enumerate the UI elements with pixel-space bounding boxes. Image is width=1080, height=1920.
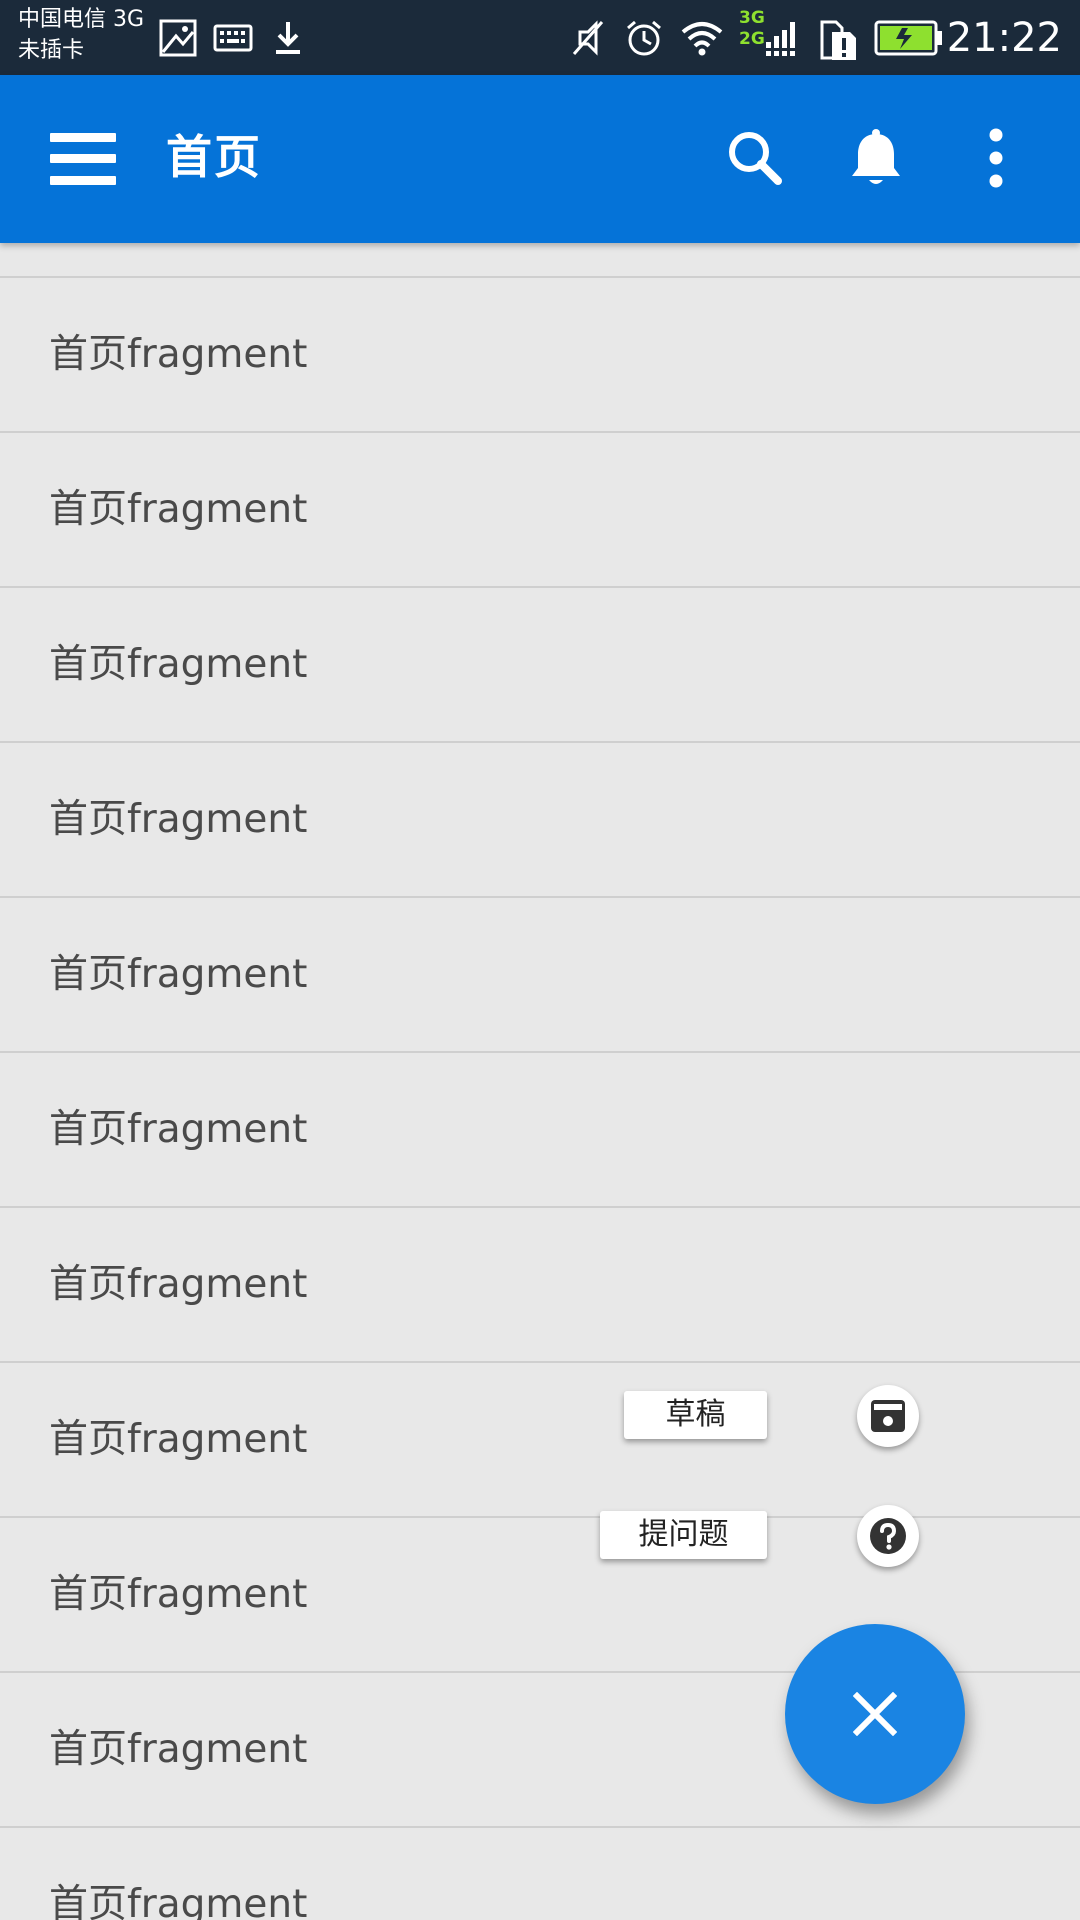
ask-question-button[interactable] <box>857 1505 919 1567</box>
network-type-bottom: 2G <box>739 29 765 49</box>
more-vert-icon <box>989 128 1003 188</box>
list-item[interactable]: 首页fragment <box>0 433 1080 588</box>
sim-status: 未插卡 <box>18 38 85 63</box>
list-item[interactable]: 首页fragment <box>0 278 1080 433</box>
list-item-label: 首页fragment <box>49 331 308 377</box>
list-item-label: 首页fragment <box>49 796 308 842</box>
list-item-label: 首页fragment <box>49 1106 308 1152</box>
carrier-info: 中国电信 3G 未插卡 <box>18 4 144 66</box>
search-button[interactable] <box>722 125 788 191</box>
list-item[interactable]: 首页fragment <box>0 588 1080 743</box>
download-icon <box>268 18 308 58</box>
list-item[interactable]: 首页fragment <box>0 743 1080 898</box>
list-item-label: 首页fragment <box>49 951 308 997</box>
menu-icon[interactable] <box>50 133 116 185</box>
app-bar: 首页 <box>0 75 1080 243</box>
fab-close-button[interactable] <box>785 1624 965 1804</box>
list-item-label: 首页fragment <box>49 1571 308 1617</box>
keyboard-icon <box>213 18 253 58</box>
list-item-label: 首页fragment <box>49 641 308 687</box>
list-item-label: 首页fragment <box>49 1881 308 1920</box>
signal-icon <box>764 18 800 58</box>
mute-icon <box>568 18 608 58</box>
draft-button[interactable] <box>857 1385 919 1447</box>
alarm-icon <box>624 18 664 58</box>
help-icon <box>870 1518 906 1554</box>
list-item-partial[interactable] <box>0 243 1080 278</box>
list-item-label: 首页fragment <box>49 486 308 532</box>
ask-question-label[interactable]: 提问题 <box>600 1511 767 1559</box>
list-item-label: 首页fragment <box>49 1261 308 1307</box>
draft-label[interactable]: 草稿 <box>624 1391 767 1439</box>
carrier-name: 中国电信 3G <box>18 7 145 32</box>
list-item[interactable]: 首页fragment <box>0 898 1080 1053</box>
list-item-label: 首页fragment <box>49 1416 308 1462</box>
clock: 21:22 <box>946 15 1062 61</box>
list-item-label: 首页fragment <box>49 1726 308 1772</box>
list-item[interactable]: 首页fragment <box>0 1828 1080 1920</box>
network-type-top: 3G <box>739 8 765 28</box>
list-item[interactable]: 首页fragment <box>0 1363 1080 1518</box>
more-options-button[interactable] <box>963 125 1029 191</box>
list-item[interactable]: 首页fragment <box>0 1208 1080 1363</box>
status-bar: 中国电信 3G 未插卡 3G 2G 21:22 <box>0 0 1080 75</box>
close-icon <box>853 1692 897 1736</box>
image-icon <box>158 18 198 58</box>
network-type: 3G 2G <box>739 8 765 50</box>
page-title: 首页 <box>166 130 262 184</box>
wifi-icon <box>680 18 724 58</box>
search-icon <box>729 132 782 185</box>
list-item[interactable]: 首页fragment <box>0 1053 1080 1208</box>
notifications-button[interactable] <box>843 125 909 191</box>
sim-icon <box>818 18 858 60</box>
draft-icon <box>871 1400 905 1432</box>
bell-icon <box>852 129 900 184</box>
battery-icon <box>874 18 944 58</box>
